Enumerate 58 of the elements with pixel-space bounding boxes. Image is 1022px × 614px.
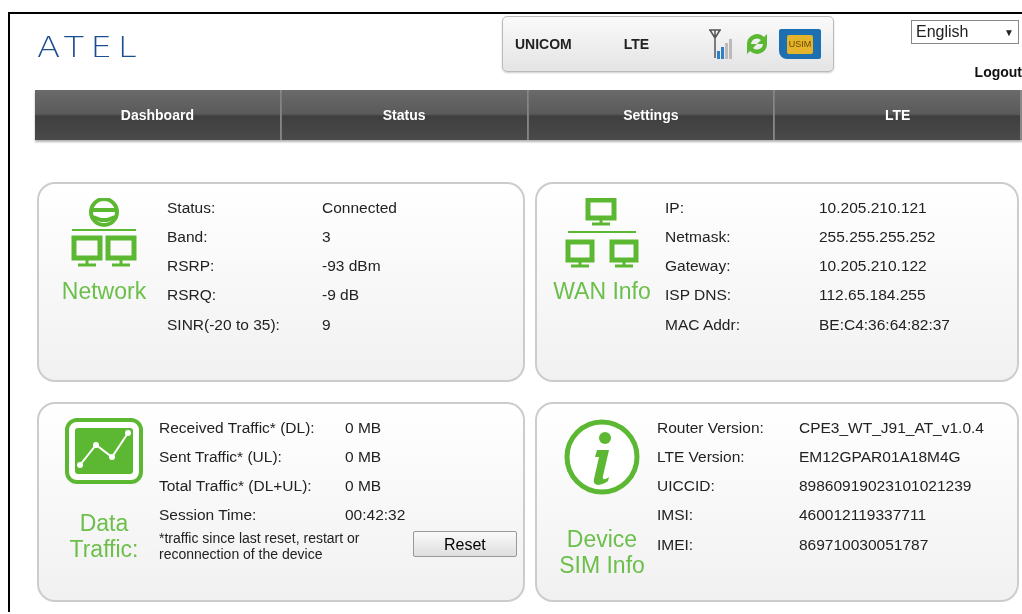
field-value: 3 [322,227,332,248]
field-label: Sent Traffic* (UL): [159,447,283,468]
field-value: 10.205.210.121 [819,198,928,218]
field-value: 869710030051787 [799,534,930,555]
card-title: Network [61,278,147,305]
nav-tab[interactable]: Dashboard [35,90,282,140]
field-value: 0 MB [345,447,383,468]
nav-tab[interactable]: LTE [775,90,1022,140]
field-label: LTE Version: [657,447,746,468]
field-value: 0 MB [345,418,383,438]
field-label: RSRP: [167,256,216,277]
field-value: 89860919023101021239 [799,476,973,497]
field-label: Total Traffic* (DL+UL): [159,476,313,497]
chart-icon [65,418,143,484]
field-value: 00:42:32 [345,505,407,526]
field-label: MAC Addr: [665,314,741,335]
field-value: 9 [322,314,332,335]
network-type: LTE [623,34,650,54]
logout-link[interactable]: Logout [974,62,1022,83]
card-title: Device SIM Info [558,526,646,579]
field-label: Router Version: [657,418,765,438]
field-value: EM12GPAR01A18M4G [799,447,962,468]
nav-tab[interactable]: Settings [528,90,776,140]
card-title: WAN Info [553,278,651,305]
sim-label: USIM [786,34,814,54]
field-value: BE:C4:36:64:82:37 [819,314,950,335]
field-value: 460012119337711 [799,505,927,526]
field-value: -9 dB [322,285,361,306]
field-value: -93 dBm [322,256,382,277]
language-select[interactable]: English ▼ [911,20,1019,44]
field-label: Received Traffic* (DL): [159,418,316,438]
field-label: Session Time: [159,505,258,526]
field-label: IP: [665,198,685,218]
field-label: UICCID: [657,476,716,497]
field-label: Band: [167,227,209,248]
reset-button[interactable]: Reset [413,531,517,558]
field-value: 112.65.184.255 [819,285,927,306]
nav-tab[interactable]: Status [281,90,529,140]
logo: ATEL [37,29,143,67]
field-label: ISP DNS: [665,285,733,306]
field-label: SINR(-20 to 35): [167,314,281,335]
field-label: IMSI: [657,505,695,526]
card-title: Data Traffic: [68,510,140,563]
field-value: 255.255.255.252 [819,227,937,248]
field-label: Status: [167,198,217,218]
info-icon [563,418,641,496]
field-label: Netmask: [665,227,732,248]
field-label: Gateway: [665,256,732,277]
field-value: CPE3_WT_J91_AT_v1.0.4 [799,418,984,438]
field-value: 0 MB [345,476,383,497]
field-value: 10.205.210.122 [819,256,928,277]
field-label: IMEI: [657,534,695,555]
network-icon [564,198,640,270]
caret-icon: ▼ [1004,24,1014,40]
footnote: *traffic since last reset, restart or reconnection of the device [159,529,361,564]
field-value: Connected [322,198,397,218]
field-label: RSRQ: [167,285,218,306]
carrier-name: UNICOM [515,34,572,54]
